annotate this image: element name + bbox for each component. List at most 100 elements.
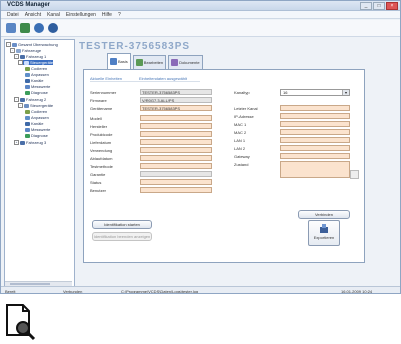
- menu-view[interactable]: Ansicht: [25, 11, 41, 18]
- maximize-button[interactable]: □: [373, 2, 385, 10]
- menu-about[interactable]: ?: [118, 11, 121, 18]
- document-icon: [171, 59, 179, 66]
- status-datetime: 16.01.2009 10:24: [341, 289, 373, 294]
- tree-item[interactable]: - Fahrzeuge: [10, 48, 41, 54]
- field-label: MAC 2: [234, 130, 247, 135]
- tab-edit[interactable]: Bearbeiten: [132, 55, 167, 69]
- tree-item[interactable]: - Steuergeräte: [18, 103, 53, 109]
- test-method-field[interactable]: [140, 163, 212, 169]
- device-name-field[interactable]: TESTER-3756583PS: [140, 105, 212, 111]
- connect-button[interactable]: Verbinden: [298, 210, 350, 219]
- tab-documents[interactable]: Dokumente: [168, 55, 203, 69]
- lan1-field[interactable]: [280, 137, 350, 143]
- edit-icon: [135, 59, 143, 66]
- field-label: Verwendung: [90, 148, 113, 153]
- tree-item[interactable]: Kanäle: [25, 78, 43, 83]
- tree-item[interactable]: Kanäle: [25, 121, 43, 126]
- device-icon: [24, 60, 29, 65]
- field-label: Status: [90, 180, 102, 185]
- last-channel-field[interactable]: [280, 105, 350, 111]
- resize-grip-icon: [350, 170, 359, 179]
- lan2-field[interactable]: [280, 145, 350, 151]
- field-label: Lieferdatum: [90, 140, 112, 145]
- field-label: Gateway: [234, 154, 250, 159]
- field-label: Hersteller: [90, 124, 108, 129]
- tree-item[interactable]: Messwerte: [25, 127, 50, 132]
- minimize-button[interactable]: _: [360, 2, 372, 10]
- app-window: VCDS Manager _ □ × Datei Ansicht Kanal E…: [0, 0, 401, 294]
- toolbar: [1, 20, 400, 37]
- ip-address-field[interactable]: [280, 113, 350, 119]
- tree-item[interactable]: - Fahrzeug 1: [14, 54, 46, 60]
- product-code-field[interactable]: [140, 131, 212, 137]
- model-field[interactable]: [140, 115, 212, 121]
- field-label: Letzter Kanal: [234, 106, 258, 111]
- tree-item[interactable]: Anpassen: [25, 72, 49, 77]
- user-field[interactable]: [140, 187, 212, 193]
- field-label: LAN 2: [234, 146, 246, 151]
- tree-item-selected[interactable]: - Steuergeräte: [18, 60, 54, 66]
- field-label: Gerätename: [90, 106, 113, 111]
- field-label: Ablaufdatum: [90, 156, 113, 161]
- field-label: Garantie: [90, 172, 106, 177]
- mac2-field[interactable]: [280, 129, 350, 135]
- info-icon: [110, 58, 117, 65]
- adjust-icon: [25, 115, 30, 120]
- tree-root[interactable]: - Gesamt Überwachung: [6, 42, 58, 48]
- tree-item[interactable]: Anpassen: [25, 115, 49, 120]
- adjust-icon: [25, 72, 30, 77]
- status-ready: Bereit: [5, 289, 16, 294]
- computer-icon: [20, 140, 25, 145]
- diagnose-icon: [25, 133, 30, 138]
- warranty-field: [140, 171, 212, 177]
- menu-file[interactable]: Datei: [7, 11, 19, 18]
- field-label: Seriennummer: [90, 90, 117, 95]
- state-textarea[interactable]: [280, 161, 350, 178]
- folder-icon: [16, 48, 21, 53]
- page-title: TESTER-3756583PS: [79, 41, 191, 52]
- tab-strip: Basis Bearbeiten Dokumente: [107, 53, 203, 69]
- status-field[interactable]: [140, 179, 212, 185]
- open-icon[interactable]: [20, 23, 30, 33]
- delivery-date-field[interactable]: [140, 139, 212, 145]
- tree-item[interactable]: Codieren: [25, 66, 47, 71]
- computer-icon: [20, 54, 25, 59]
- field-label: Firmware: [90, 98, 107, 103]
- tree-item[interactable]: + Fahrzeug 3: [14, 140, 46, 146]
- tab-basis[interactable]: Basis: [107, 53, 131, 69]
- folder-icon: [12, 42, 17, 47]
- manufacturer-field[interactable]: [140, 123, 212, 129]
- tree-item[interactable]: Messwerte: [25, 84, 50, 89]
- tree-item[interactable]: Diagnose: [25, 90, 48, 95]
- channel-icon: [25, 78, 30, 83]
- usage-field[interactable]: [140, 147, 212, 153]
- gateway-field[interactable]: [280, 153, 350, 159]
- computer-icon: [20, 97, 25, 102]
- tree-item[interactable]: - Fahrzeug 2: [14, 97, 46, 103]
- expiry-field[interactable]: [140, 155, 212, 161]
- mac1-field[interactable]: [280, 121, 350, 127]
- status-bar: Bereit Verbunden C:\Programme\VCDS\Daten…: [1, 286, 400, 294]
- export-button[interactable]: Exportieren: [308, 220, 340, 246]
- settings-icon[interactable]: [48, 23, 58, 33]
- refresh-icon[interactable]: [34, 23, 44, 33]
- menu-channel[interactable]: Kanal: [47, 11, 60, 18]
- menu-bar: Datei Ansicht Kanal Einstellungen Hilfe …: [1, 11, 400, 19]
- channel-icon: [25, 121, 30, 126]
- chevron-down-icon[interactable]: ▾: [342, 90, 349, 95]
- identify-button[interactable]: Identifikation starten: [92, 220, 152, 229]
- device-icon: [24, 103, 29, 108]
- tree-item[interactable]: Codieren: [25, 109, 47, 114]
- status-connection: Verbunden: [63, 289, 83, 294]
- field-label: Kanaltyp: [234, 90, 250, 95]
- close-button[interactable]: ×: [386, 2, 398, 10]
- field-label: LAN 1: [234, 138, 246, 143]
- code-icon: [25, 66, 30, 71]
- field-label: Produktcode: [90, 132, 113, 137]
- menu-settings[interactable]: Einstellungen: [66, 11, 96, 18]
- channel-type-select[interactable]: 16 ▾: [280, 89, 350, 96]
- menu-help[interactable]: Hilfe: [102, 11, 112, 18]
- new-icon[interactable]: [6, 23, 16, 33]
- tree-item[interactable]: Diagnose: [25, 133, 48, 138]
- scrollbar-thumb[interactable]: [10, 283, 50, 285]
